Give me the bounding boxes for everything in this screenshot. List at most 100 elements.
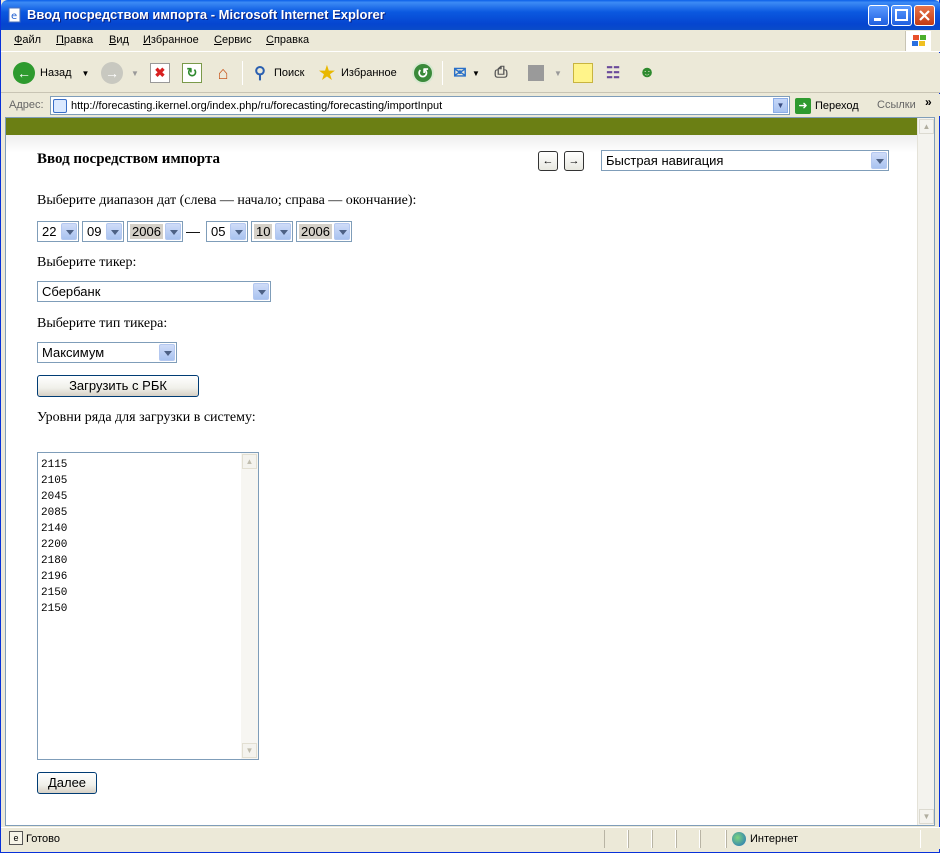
level-line: 2150 bbox=[41, 587, 68, 599]
edit-button[interactable]: ▼ bbox=[528, 61, 562, 85]
status-cell bbox=[676, 830, 700, 848]
nav-back-button[interactable]: ← bbox=[538, 151, 558, 171]
level-line: 2150 bbox=[41, 603, 68, 615]
links-more-icon[interactable]: » bbox=[925, 95, 932, 109]
status-text: Готово bbox=[26, 833, 60, 845]
favorites-button[interactable]: ★ Избранное bbox=[317, 61, 397, 85]
back-button[interactable]: ← Назад ▼ bbox=[13, 61, 89, 85]
forward-arrow-icon: → bbox=[101, 62, 123, 84]
textarea-scrollbar[interactable]: ▲ ▼ bbox=[241, 453, 258, 759]
scroll-down-icon[interactable]: ▼ bbox=[242, 743, 257, 758]
address-label: Адрес: bbox=[9, 99, 44, 111]
start-month-value: 09 bbox=[87, 224, 102, 239]
page-icon bbox=[53, 99, 67, 113]
mail-dropdown-icon[interactable]: ▼ bbox=[472, 69, 480, 78]
end-month-value: 10 bbox=[254, 224, 273, 239]
menu-file[interactable]: Файл bbox=[14, 34, 41, 46]
scroll-up-icon[interactable]: ▲ bbox=[242, 454, 257, 469]
level-line: 2085 bbox=[41, 507, 68, 519]
note-icon bbox=[573, 63, 593, 83]
messenger-button[interactable]: ☻ bbox=[637, 61, 657, 85]
back-dropdown-icon[interactable]: ▼ bbox=[82, 69, 90, 78]
levels-textarea[interactable]: 2115 2105 2045 2085 2140 2200 2180 2196 2150 2150… bbox=[37, 452, 259, 760]
scroll-up-icon[interactable]: ▲ bbox=[919, 119, 934, 134]
window-title: Ввод посредством импорта - Microsoft Int… bbox=[27, 7, 385, 22]
discuss-button[interactable] bbox=[573, 61, 593, 85]
toolbar: ← Назад ▼ → ▼ ✖ ↻ ⌂ ⚲ Поиск ★ Избранное … bbox=[1, 53, 940, 93]
page-title: Ввод посредством импорта bbox=[37, 151, 221, 167]
page-scrollbar[interactable]: ▲ ▼ bbox=[917, 118, 934, 825]
close-button[interactable] bbox=[914, 5, 935, 26]
chevron-down-icon bbox=[230, 223, 246, 240]
scroll-down-icon[interactable]: ▼ bbox=[919, 809, 934, 824]
stop-icon: ✖ bbox=[150, 63, 170, 83]
menu-edit[interactable]: Правка bbox=[56, 34, 93, 46]
status-cell bbox=[700, 830, 726, 848]
ticker-label: Выберите тикер: bbox=[37, 255, 137, 270]
windows-logo-icon bbox=[905, 31, 931, 51]
menu-view[interactable]: Вид bbox=[109, 34, 129, 46]
minimize-button[interactable] bbox=[868, 5, 889, 26]
messenger-icon: ☻ bbox=[638, 64, 656, 81]
toolbar-separator bbox=[442, 61, 443, 85]
level-line: 2105 bbox=[41, 475, 68, 487]
forward-button[interactable]: → ▼ bbox=[101, 61, 139, 85]
forward-dropdown-icon[interactable]: ▼ bbox=[131, 69, 139, 78]
start-year-select[interactable]: 2006 bbox=[127, 221, 183, 242]
address-dropdown-icon[interactable]: ▼ bbox=[773, 98, 788, 113]
search-icon: ⚲ bbox=[254, 65, 266, 82]
menu-help[interactable]: Справка bbox=[266, 34, 309, 46]
go-label: Переход bbox=[815, 99, 859, 112]
end-day-select[interactable]: 05 bbox=[206, 221, 248, 242]
end-year-select[interactable]: 2006 bbox=[296, 221, 352, 242]
toolbar-separator bbox=[242, 61, 243, 85]
chevron-down-icon bbox=[334, 223, 350, 240]
go-button[interactable]: ➜ Переход bbox=[795, 96, 859, 115]
next-button[interactable]: Далее bbox=[37, 772, 97, 794]
go-arrow-icon: ➜ bbox=[795, 97, 811, 114]
chevron-down-icon bbox=[165, 223, 181, 240]
browser-window: e Ввод посредством импорта - Microsoft I… bbox=[0, 0, 940, 853]
ticker-select[interactable]: Сбербанк bbox=[37, 281, 271, 302]
start-day-select[interactable]: 22 bbox=[37, 221, 79, 242]
status-bar: e Готово Интернет bbox=[1, 827, 940, 849]
levels-text: 2115 2105 2045 2085 2140 2200 2180 2196 2150 2150 bbox=[41, 457, 67, 617]
levels-label: Уровни ряда для загрузки в систему: bbox=[37, 410, 256, 425]
maximize-button[interactable] bbox=[891, 5, 912, 26]
stop-button[interactable]: ✖ bbox=[150, 61, 170, 85]
level-line: 2115 bbox=[41, 459, 68, 471]
status-cell bbox=[628, 830, 652, 848]
ticker-type-value: Максимум bbox=[42, 345, 105, 360]
ticker-type-select[interactable]: Максимум bbox=[37, 342, 177, 363]
print-button[interactable]: ⎙ bbox=[491, 61, 511, 85]
mail-button[interactable]: ✉ ▼ bbox=[450, 61, 480, 85]
page-status-icon: e bbox=[9, 831, 23, 845]
edit-icon bbox=[528, 65, 544, 81]
print-icon: ⎙ bbox=[494, 64, 508, 81]
start-month-select[interactable]: 09 bbox=[82, 221, 124, 242]
links-label[interactable]: Ссылки bbox=[877, 99, 916, 111]
home-button[interactable]: ⌂ bbox=[213, 61, 233, 85]
back-arrow-icon: ← bbox=[13, 62, 35, 84]
history-icon: ↺ bbox=[412, 62, 434, 84]
address-input[interactable]: http://forecasting.ikernel.org/index.php… bbox=[50, 96, 790, 115]
search-button[interactable]: ⚲ Поиск bbox=[250, 61, 304, 85]
address-url: http://forecasting.ikernel.org/index.php… bbox=[71, 100, 443, 112]
zone-text: Интернет bbox=[750, 833, 798, 845]
nav-forward-button[interactable]: → bbox=[564, 151, 584, 171]
menu-favorites[interactable]: Избранное bbox=[143, 34, 199, 46]
load-from-rbk-button[interactable]: Загрузить с РБК bbox=[37, 375, 199, 397]
refresh-button[interactable]: ↻ bbox=[182, 61, 202, 85]
history-button[interactable]: ↺ bbox=[412, 61, 434, 85]
quick-nav-select[interactable]: Быстрая навигация bbox=[601, 150, 889, 171]
chevron-down-icon bbox=[871, 152, 887, 169]
menu-tools[interactable]: Сервис bbox=[214, 34, 252, 46]
research-button[interactable]: ☷ bbox=[603, 61, 623, 85]
ticker-type-label: Выберите тип тикера: bbox=[37, 316, 168, 331]
home-icon: ⌂ bbox=[217, 62, 229, 83]
end-month-select[interactable]: 10 bbox=[251, 221, 293, 242]
level-line: 2045 bbox=[41, 491, 68, 503]
edit-dropdown-icon[interactable]: ▼ bbox=[554, 69, 562, 78]
chevron-down-icon bbox=[61, 223, 77, 240]
date-range-label: Выберите диапазон дат (слева — начало; с… bbox=[37, 193, 417, 208]
